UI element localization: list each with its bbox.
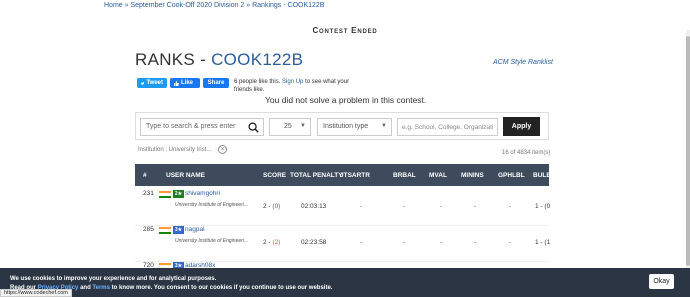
okay-button[interactable]: Okay: [649, 274, 674, 289]
gphlbl-value: -: [509, 239, 512, 246]
bulb-value: 1 - (0: [535, 203, 551, 210]
tweet-button[interactable]: Tweet: [137, 78, 167, 88]
table-row: 285 3★ nagpal University Institute of En…: [135, 222, 551, 262]
mval-value: -: [440, 239, 443, 246]
sign-up-link[interactable]: Sign Up: [282, 79, 303, 85]
search-input[interactable]: Type to search & press enter: [140, 118, 264, 136]
cookie-consent: to know more. You consent to our cookies…: [111, 285, 333, 291]
jtsartr-value: -: [360, 239, 363, 246]
score-main: 2: [263, 203, 267, 210]
cookie-line-1: We use cookies to improve your experienc…: [10, 276, 217, 282]
score-value: 2 - (2): [263, 239, 281, 246]
mval-value: -: [440, 203, 443, 210]
username-link[interactable]: shivamgohri: [185, 190, 220, 197]
col-minins[interactable]: MININS: [461, 172, 484, 179]
items-count: 16 of 4834 item(s): [502, 150, 551, 156]
scrollbar[interactable]: [686, 30, 690, 297]
tweet-label: Tweet: [146, 80, 163, 86]
institution-filter-tag: Institution : University Inst...: [138, 147, 212, 153]
scrollbar-thumb[interactable]: [686, 36, 690, 266]
like-count-text: 6 people like this. Sign Up to see what …: [234, 78, 354, 94]
cookie-and: and: [80, 285, 91, 291]
star-rating-badge: 2★: [173, 190, 184, 198]
col-gphlbl[interactable]: GPHLBL: [498, 172, 525, 179]
username-link[interactable]: nagpal: [185, 226, 205, 233]
search-placeholder: Type to search & press enter: [146, 123, 236, 130]
minins-value: -: [474, 203, 477, 210]
score-extra: (0): [272, 203, 281, 210]
cookie-banner: We use cookies to improve your experienc…: [0, 268, 690, 297]
no-solve-message: You did not solve a problem in this cont…: [265, 95, 427, 105]
institution-type-value: Institution type: [323, 123, 369, 130]
apply-button[interactable]: Apply: [503, 117, 540, 136]
page-size-select[interactable]: 25 ▼: [269, 118, 311, 136]
col-score[interactable]: SCORE: [263, 172, 286, 179]
col-bulb[interactable]: BULB: [533, 172, 551, 179]
breadcrumb[interactable]: Home » September Cook-Off 2020 Division …: [104, 2, 324, 9]
jtsartr-value: -: [360, 203, 363, 210]
acm-ranklist-link[interactable]: ACM Style Ranklist: [493, 59, 553, 66]
status-url: https://www.codechef.com: [0, 289, 72, 297]
user-institution: University Institute of Engineeri...: [175, 238, 249, 244]
title-prefix: RANKS -: [135, 50, 212, 69]
chevron-down-icon: ▼: [381, 123, 387, 129]
star-rating-badge: 3★: [173, 226, 184, 234]
bulb-extra: (0: [544, 203, 551, 210]
organization-input[interactable]: e.g. School, College, Organizati: [397, 118, 498, 136]
rank-value: 285: [143, 226, 154, 233]
bulb-main: 1: [535, 203, 539, 210]
user-institution: University Institute of Engineeri...: [175, 202, 249, 208]
share-label: Share: [207, 80, 225, 86]
share-button[interactable]: Share: [203, 78, 229, 88]
col-username[interactable]: USER NAME: [166, 172, 205, 179]
penalty-value: 02:03:13: [301, 203, 327, 210]
score-extra: (2): [272, 239, 281, 246]
brbal-value: -: [403, 203, 406, 210]
rank-value: 231: [143, 190, 154, 197]
col-total-penalty[interactable]: TOTAL PENALTY: [290, 172, 343, 179]
col-brbal[interactable]: BRBAL: [393, 172, 416, 179]
india-flag-icon: [159, 191, 171, 198]
twitter-icon: [141, 81, 145, 85]
search-icon[interactable]: [248, 122, 259, 133]
score-value: 2 - (0): [263, 203, 281, 210]
ranklist-header: # USER NAME SCORE TOTAL PENALTY JTSARTR …: [135, 164, 551, 186]
like-label: Like: [181, 80, 194, 86]
chevron-down-icon: ▼: [300, 123, 306, 129]
terms-link[interactable]: Terms: [92, 285, 110, 291]
thumbs-up-icon: [174, 80, 179, 86]
score-main: 2: [263, 239, 267, 246]
page-size-value: 25: [284, 123, 292, 130]
like-count: 6 people like this.: [234, 79, 281, 85]
col-mval[interactable]: MVAL: [429, 172, 447, 179]
contest-status: Contest Ended: [312, 26, 378, 35]
bulb-extra: (1: [544, 239, 551, 246]
contest-code: COOK122B: [211, 50, 304, 69]
minins-value: -: [474, 239, 477, 246]
bulb-value: 1 - (1: [535, 239, 551, 246]
gphlbl-value: -: [509, 203, 512, 210]
filter-bar: Type to search & press enter 25 ▼ Instit…: [135, 112, 549, 140]
close-icon[interactable]: ×: [218, 145, 227, 154]
social-buttons: Tweet Like Share 6 people like this. Sig…: [137, 78, 354, 94]
page-title: RANKS - COOK122B: [135, 50, 303, 70]
brbal-value: -: [403, 239, 406, 246]
col-jtsartr[interactable]: JTSARTR: [340, 172, 370, 179]
bulb-main: 1: [535, 239, 539, 246]
institution-type-select[interactable]: Institution type ▼: [317, 118, 392, 136]
table-row: 231 2★ shivamgohri University Institute …: [135, 186, 551, 226]
india-flag-icon: [159, 227, 171, 234]
like-button[interactable]: Like: [170, 78, 200, 88]
penalty-value: 02:23:58: [301, 239, 327, 246]
col-rank[interactable]: #: [143, 172, 147, 179]
